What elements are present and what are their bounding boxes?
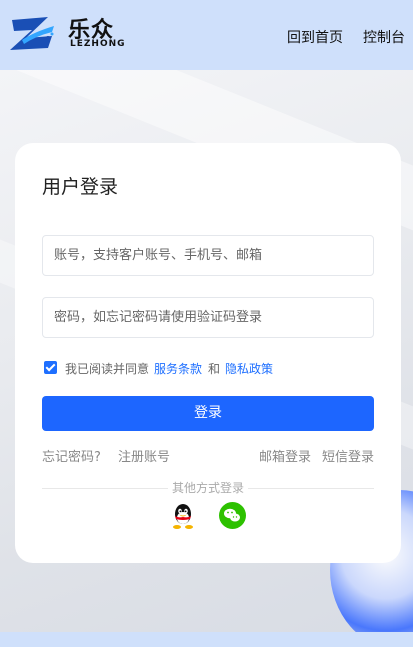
login-title: 用户登录 (42, 176, 119, 198)
agree-prefix-text: 我已阅读并同意 (65, 362, 150, 376)
qq-icon[interactable] (170, 502, 196, 530)
agree-checkbox[interactable] (44, 361, 57, 374)
account-input[interactable] (42, 235, 374, 276)
terms-link[interactable]: 服务条款 (154, 360, 202, 377)
forgot-password-link[interactable]: 忘记密码? (42, 446, 101, 465)
other-methods-label: 其他方式登录 (168, 479, 249, 496)
nav-home-link[interactable]: 回到首页 (287, 27, 343, 47)
logo-text-en: LEZHONG (70, 39, 126, 49)
footer-strip (0, 632, 413, 647)
login-button[interactable]: 登录 (42, 396, 374, 431)
logo-mark-icon (10, 17, 54, 50)
agree-and-text: 和 (208, 362, 221, 376)
wechat-icon[interactable] (219, 502, 246, 529)
sms-login-link[interactable]: 短信登录 (322, 446, 374, 465)
nav-console-link[interactable]: 控制台 (363, 27, 405, 47)
privacy-link[interactable]: 隐私政策 (225, 360, 273, 377)
site-logo[interactable]: 乐众 LEZHONG (8, 10, 125, 56)
top-header: 乐众 LEZHONG 回到首页 控制台 (0, 0, 413, 70)
email-login-link[interactable]: 邮箱登录 (259, 446, 311, 465)
login-card: 用户登录 我已阅读并同意 服务条款 和 隐私政策 登录 忘记密码? 注册账号 邮… (15, 143, 401, 563)
password-input[interactable] (42, 297, 374, 338)
register-link[interactable]: 注册账号 (118, 446, 170, 465)
